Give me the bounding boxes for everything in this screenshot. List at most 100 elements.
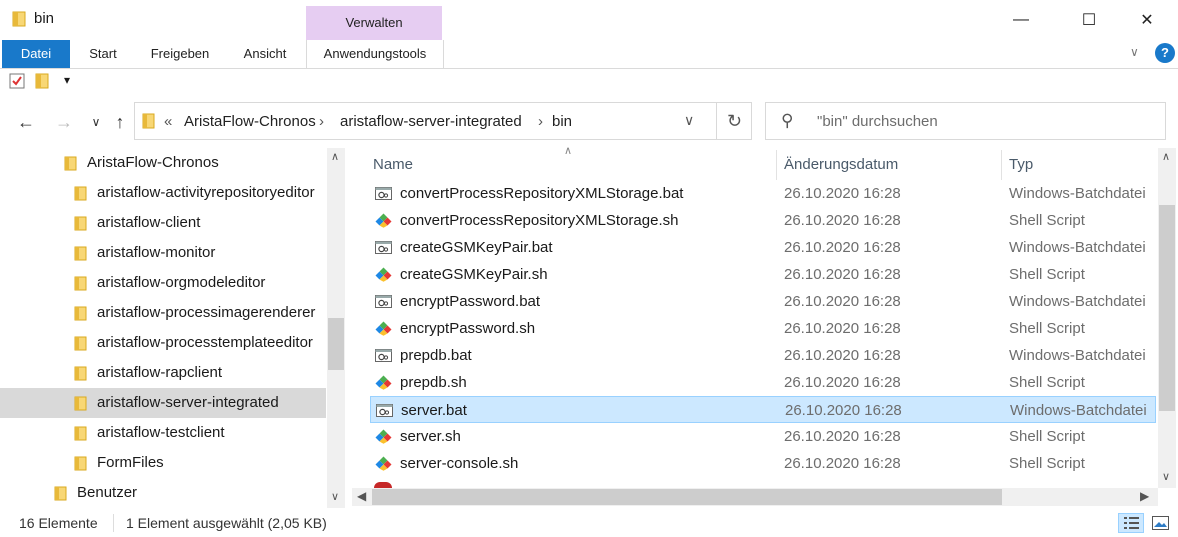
nav-item[interactable]: Benutzer: [0, 478, 326, 508]
file-date: 26.10.2020 16:28: [784, 347, 901, 364]
help-button[interactable]: ?: [1155, 43, 1175, 63]
file-type: Windows-Batchdatei: [1009, 185, 1146, 202]
column-divider[interactable]: [776, 150, 777, 180]
status-selection: 1 Element ausgewählt (2,05 KB): [126, 515, 327, 531]
file-name: createGSMKeyPair.sh: [400, 266, 548, 283]
address-dropdown-chevron-icon[interactable]: ∨: [684, 112, 694, 129]
file-name: encryptPassword.sh: [400, 320, 536, 337]
file-type: Shell Script: [1009, 374, 1085, 391]
file-date: 26.10.2020 16:28: [784, 320, 901, 337]
nav-item-label: aristaflow-monitor: [97, 244, 216, 261]
nav-item[interactable]: aristaflow-monitor: [0, 238, 326, 268]
nav-item[interactable]: aristaflow-processimagerenderer: [0, 298, 326, 328]
nav-item-label: aristaflow-processimagerenderer: [97, 304, 316, 321]
shell-script-icon: [375, 267, 392, 282]
large-icons-view-button[interactable]: [1150, 513, 1172, 533]
search-icon: ⚲: [781, 111, 794, 130]
file-row[interactable]: encryptPassword.sh 26.10.2020 16:28 Shell …: [370, 315, 1156, 342]
scroll-down-arrow-icon[interactable]: ∨: [331, 490, 339, 503]
scroll-up-arrow-icon[interactable]: ∧: [331, 150, 339, 163]
nav-item[interactable]: aristaflow-testclient: [0, 418, 326, 448]
file-type: Windows-Batchdatei: [1009, 347, 1146, 364]
file-date: 26.10.2020 16:28: [784, 185, 901, 202]
file-row[interactable]: prepdb.bat 26.10.2020 16:28 Windows-Batchd…: [370, 342, 1156, 369]
minimize-button[interactable]: —: [998, 0, 1044, 40]
file-type: Windows-Batchdatei: [1010, 402, 1147, 419]
nav-item-label: aristaflow-rapclient: [97, 364, 223, 381]
file-row[interactable]: convertProcessRepositoryXMLStorage.bat 26…: [370, 180, 1156, 207]
breadcrumb-bin[interactable]: bin: [552, 113, 572, 130]
column-header-name[interactable]: Name: [373, 156, 413, 173]
nav-item[interactable]: aristaflow-orgmodeleditor: [0, 268, 326, 298]
overflow-chevron-icon[interactable]: «: [164, 113, 172, 130]
close-button[interactable]: ✕: [1124, 0, 1170, 40]
file-type: Shell Script: [1009, 266, 1085, 283]
nav-item[interactable]: aristaflow-client: [0, 208, 326, 238]
nav-item[interactable]: aristaflow-server-integrated: [0, 388, 326, 418]
search-input[interactable]: "bin" durchsuchen: [817, 113, 938, 130]
batch-file-icon: [375, 241, 392, 254]
breadcrumb-aristaflow-chronos[interactable]: AristaFlow-Chronos: [184, 113, 316, 130]
folder-icon: [74, 366, 87, 381]
nav-item[interactable]: aristaflow-processtemplateeditor: [0, 328, 326, 358]
horizontal-scroll-thumb[interactable]: [372, 489, 1002, 505]
folder-icon: [74, 306, 87, 321]
breadcrumb-aristaflow-server-integrated[interactable]: aristaflow-server-integrated: [340, 113, 522, 130]
file-date: 26.10.2020 16:28: [784, 212, 901, 229]
file-row[interactable]: server-console.sh 26.10.2020 16:28 Shell S…: [370, 450, 1156, 477]
up-arrow-icon[interactable]: ↑: [108, 110, 132, 134]
folder-icon: [74, 396, 87, 411]
column-header-type[interactable]: Typ: [1009, 156, 1033, 173]
quick-access-dropdown-icon[interactable]: ▾: [64, 73, 70, 87]
tab-freigeben[interactable]: Freigeben: [138, 40, 222, 68]
nav-item[interactable]: aristaflow-activityrepositoryeditor: [0, 178, 326, 208]
scroll-right-arrow-icon[interactable]: ▶: [1140, 489, 1149, 503]
back-arrow-icon[interactable]: ←: [14, 110, 38, 134]
forward-arrow-icon[interactable]: →: [52, 110, 76, 134]
refresh-icon[interactable]: ↻: [716, 102, 752, 140]
tab-datei[interactable]: Datei: [2, 40, 70, 68]
breadcrumb-separator-icon[interactable]: ›: [538, 113, 543, 130]
shell-script-icon: [375, 321, 392, 336]
breadcrumb-separator-icon[interactable]: ›: [319, 113, 324, 130]
file-list-scroll-thumb[interactable]: [1159, 205, 1175, 411]
file-name: server-console.sh: [400, 455, 519, 472]
tab-ansicht[interactable]: Ansicht: [232, 40, 298, 68]
column-divider[interactable]: [1001, 150, 1002, 180]
scroll-down-arrow-icon[interactable]: ∨: [1162, 470, 1170, 483]
expand-ribbon-chevron-icon[interactable]: ∨: [1130, 45, 1139, 59]
file-name: convertProcessRepositoryXMLStorage.bat: [400, 185, 684, 202]
nav-item-label: AristaFlow-Chronos: [87, 154, 219, 171]
properties-checkbox-icon[interactable]: [9, 73, 25, 89]
file-type: Shell Script: [1009, 455, 1085, 472]
file-name: prepdb.bat: [400, 347, 472, 364]
nav-item[interactable]: AristaFlow-Chronos: [0, 148, 326, 178]
tab-start[interactable]: Start: [76, 40, 130, 68]
details-view-button[interactable]: [1118, 513, 1144, 533]
nav-item-label: aristaflow-processtemplateeditor: [97, 334, 313, 351]
maximize-button[interactable]: ☐: [1066, 0, 1112, 40]
new-folder-icon[interactable]: [35, 73, 49, 89]
file-type: Shell Script: [1009, 428, 1085, 445]
scroll-up-arrow-icon[interactable]: ∧: [1162, 150, 1170, 163]
nav-pane-scroll-thumb[interactable]: [328, 318, 344, 370]
file-name: convertProcessRepositoryXMLStorage.sh: [400, 212, 679, 229]
file-date: 26.10.2020 16:28: [784, 266, 901, 283]
nav-item[interactable]: aristaflow-rapclient: [0, 358, 326, 388]
file-row[interactable]: server.sh 26.10.2020 16:28 Shell Script: [370, 423, 1156, 450]
file-row[interactable]: createGSMKeyPair.bat 26.10.2020 16:28 Wind…: [370, 234, 1156, 261]
navigation-pane: AristaFlow-Chronos aristaflow-activityrep…: [0, 148, 326, 508]
file-row[interactable]: server.bat 26.10.2020 16:28 Windows-Batchd…: [370, 396, 1156, 423]
file-row[interactable]: convertProcessRepositoryXMLStorage.sh 26.…: [370, 207, 1156, 234]
column-header-date[interactable]: Änderungsdatum: [784, 156, 898, 173]
file-name: encryptPassword.bat: [400, 293, 541, 310]
context-tab-header: Verwalten: [306, 6, 442, 40]
file-row[interactable]: prepdb.sh 26.10.2020 16:28 Shell Script: [370, 369, 1156, 396]
nav-item[interactable]: FormFiles: [0, 448, 326, 478]
scroll-left-arrow-icon[interactable]: ◀: [357, 489, 366, 503]
file-row[interactable]: createGSMKeyPair.sh 26.10.2020 16:28 Shell…: [370, 261, 1156, 288]
recent-locations-chevron-icon[interactable]: ∨: [84, 110, 108, 134]
file-row[interactable]: encryptPassword.bat 26.10.2020 16:28 Windo…: [370, 288, 1156, 315]
file-type: Shell Script: [1009, 320, 1085, 337]
tab-anwendungstools[interactable]: Anwendungstools: [306, 40, 444, 68]
